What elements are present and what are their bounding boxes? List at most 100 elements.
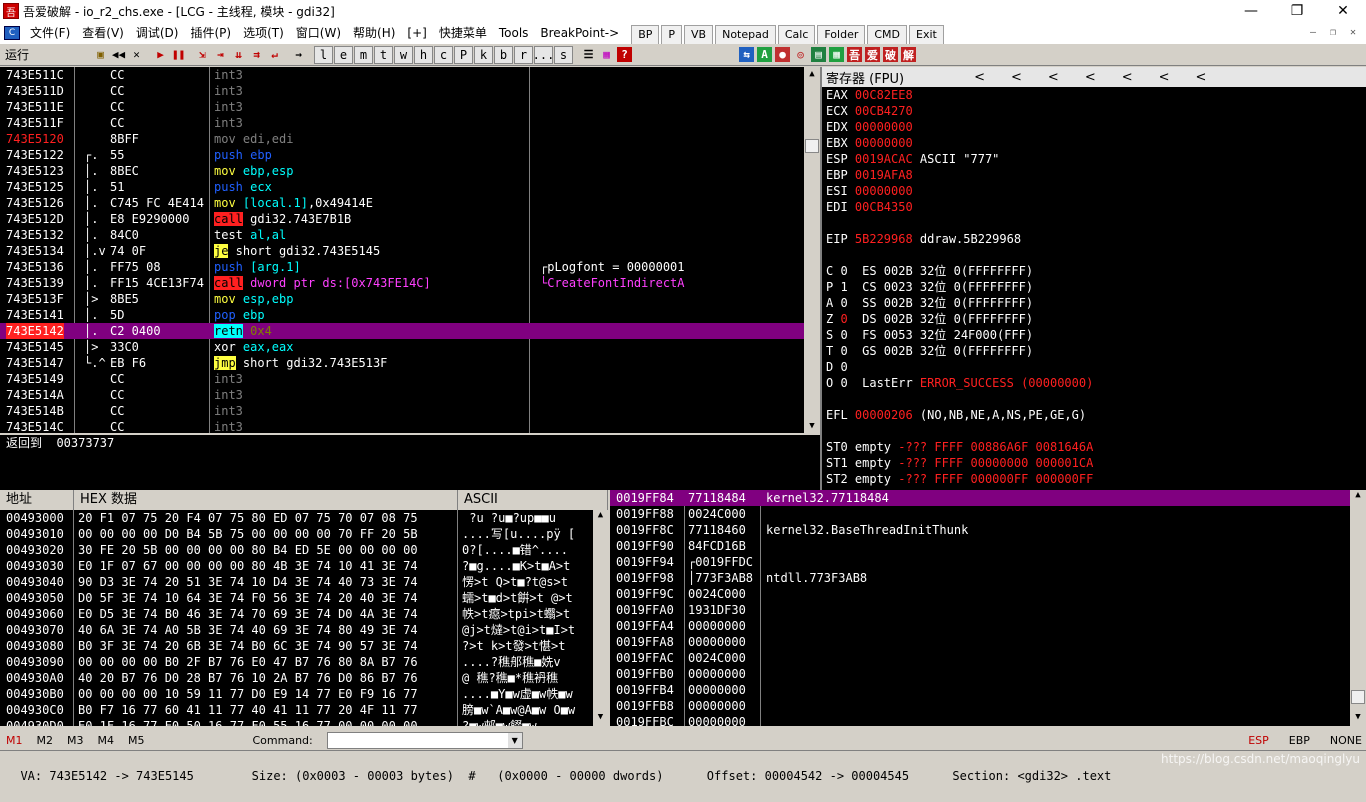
- pause-icon[interactable]: ❚❚: [170, 46, 187, 63]
- window-letter-button[interactable]: e: [334, 45, 353, 64]
- disasm-row[interactable]: 743E5136 │. FF75 08 push [arg.1] ┌pLogfont =…: [0, 259, 820, 275]
- grid-icon[interactable]: ▦: [598, 46, 615, 63]
- disasm-row[interactable]: 743E5141 │. 5D pop ebp: [0, 307, 820, 323]
- stack-row[interactable]: 0019FFA8 00000000: [610, 634, 1350, 650]
- register-line[interactable]: [826, 247, 1366, 263]
- dump-row[interactable]: 004930A0 40 20 B7 76 D0 28 B7 76 10 2A B7…: [0, 670, 593, 686]
- stack-pane[interactable]: 0019FF84 77118484 kernel32.77118484 0019FF8…: [610, 490, 1350, 726]
- window-letter-button[interactable]: l: [314, 45, 333, 64]
- menu-item[interactable]: 查看(V): [76, 22, 130, 44]
- registers-header[interactable]: 寄存器 (FPU) < < < < < < <: [822, 67, 1366, 87]
- menu-item[interactable]: 文件(F): [24, 22, 76, 44]
- stack-row[interactable]: 0019FFA0 1931DF30: [610, 602, 1350, 618]
- menu-item[interactable]: 选项(T): [237, 22, 290, 44]
- window-letter-button[interactable]: h: [414, 45, 433, 64]
- registers-pane[interactable]: 寄存器 (FPU) < < < < < < < EAX 00C82EE8 ECX 00CB42…: [820, 67, 1366, 490]
- menu-shortcut-button[interactable]: Exit: [909, 24, 944, 45]
- memory-tab[interactable]: M2: [37, 734, 54, 747]
- disasm-row[interactable]: 743E5123 │. 8BEC mov ebp,esp: [0, 163, 820, 179]
- register-line[interactable]: EFL 00000206 (NO,NB,NE,A,NS,PE,GE,G): [826, 407, 1366, 423]
- menu-shortcut-button[interactable]: Calc: [777, 24, 816, 45]
- dump-row[interactable]: 00493070 40 6A 3E 74 A0 5B 3E 74 40 69 3E…: [0, 622, 593, 638]
- memory-tab[interactable]: M4: [98, 734, 115, 747]
- window-letter-button[interactable]: k: [474, 45, 493, 64]
- stack-row[interactable]: 0019FF88 0024C000: [610, 506, 1350, 522]
- stack-scroll-up-icon[interactable]: ▲: [1350, 490, 1366, 504]
- trace-over-icon[interactable]: ⇉: [248, 46, 265, 63]
- command-input[interactable]: ▼: [326, 731, 523, 749]
- font-icon[interactable]: A: [756, 46, 773, 63]
- stack-scrollbar[interactable]: ▲ ▼: [1350, 490, 1366, 726]
- menu-shortcut-button[interactable]: BP: [631, 24, 660, 45]
- disasm-row[interactable]: 743E5125 │. 51 push ecx: [0, 179, 820, 195]
- disassembly-pane[interactable]: 743E511C CC int3 743E511D CC int3 743E511E CC in…: [0, 67, 820, 433]
- menu-item[interactable]: 窗口(W): [290, 22, 347, 44]
- trace-into-icon[interactable]: ⇊: [230, 46, 247, 63]
- step-over-icon[interactable]: ⇥: [212, 46, 229, 63]
- window-letter-button[interactable]: c: [434, 45, 453, 64]
- stack-scroll-down-icon[interactable]: ▼: [1350, 712, 1366, 726]
- disasm-row[interactable]: 743E511D CC int3: [0, 83, 820, 99]
- stack-row[interactable]: 0019FF94 ┌0019FFDC: [610, 554, 1350, 570]
- disasm-row[interactable]: 743E513F │> 8BE5 mov esp,ebp: [0, 291, 820, 307]
- register-line[interactable]: ST2 empty -??? FFFF 000000FF 000000FF: [826, 471, 1366, 487]
- register-line[interactable]: EDI 00CB4350: [826, 199, 1366, 215]
- register-line[interactable]: A 0 SS 002B 32位 0(FFFFFFFF): [826, 295, 1366, 311]
- stack-scroll-thumb[interactable]: [1351, 690, 1365, 704]
- chevron-left-icon[interactable]: <: [1085, 70, 1096, 85]
- help-icon[interactable]: ?: [616, 46, 633, 63]
- target-icon[interactable]: ◎: [792, 46, 809, 63]
- step-into-icon[interactable]: ⇲: [194, 46, 211, 63]
- cpu-icon[interactable]: C: [4, 26, 20, 40]
- register-line[interactable]: [826, 423, 1366, 439]
- window-letter-button[interactable]: b: [494, 45, 513, 64]
- dump-scroll-down-icon[interactable]: ▼: [593, 712, 608, 726]
- scroll-down-icon[interactable]: ▼: [804, 419, 820, 433]
- register-line[interactable]: EBP 0019AFA8: [826, 167, 1366, 183]
- stack-mode-tab[interactable]: EBP: [1289, 734, 1310, 747]
- menu-item[interactable]: 快捷菜单: [433, 22, 493, 44]
- open-icon[interactable]: ▣: [92, 46, 109, 63]
- plugin-icon[interactable]: ▤: [810, 46, 827, 63]
- chevron-left-icon[interactable]: <: [1159, 70, 1170, 85]
- disasm-row[interactable]: 743E514A CC int3: [0, 387, 820, 403]
- disasm-row[interactable]: 743E5142 │. C2 0400 retn 0x4: [0, 323, 820, 339]
- stack-row[interactable]: 0019FFA4 00000000: [610, 618, 1350, 634]
- dump-row[interactable]: 00493080 B0 3F 3E 74 20 6B 3E 74 B0 6C 3E…: [0, 638, 593, 654]
- dump-scrollbar[interactable]: ▲ ▼: [593, 510, 608, 726]
- minimize-button[interactable]: —: [1228, 0, 1274, 22]
- stack-mode-tab[interactable]: ESP: [1248, 734, 1269, 747]
- memory-dump-pane[interactable]: 00493000 20 F1 07 75 20 F4 07 75 80 ED 07…: [0, 510, 593, 726]
- dump-row[interactable]: 00493090 00 00 00 00 B0 2F B7 76 E0 47 B7…: [0, 654, 593, 670]
- chevron-left-icon[interactable]: <: [1196, 70, 1207, 85]
- dump-header-hex[interactable]: HEX 数据: [74, 490, 458, 510]
- stack-row[interactable]: 0019FF98 │773F3AB8 ntdll.773F3AB8: [610, 570, 1350, 586]
- menu-item[interactable]: 调试(D): [130, 22, 185, 44]
- disasm-row[interactable]: 743E5139 │. FF15 4CE13F74 call dword ptr ds…: [0, 275, 820, 291]
- color-icon[interactable]: ●: [774, 46, 791, 63]
- disasm-row[interactable]: 743E5126 │. C745 FC 4E414 mov [local.1],0x4…: [0, 195, 820, 211]
- refresh-icon[interactable]: ⇆: [738, 46, 755, 63]
- register-line[interactable]: EDX 00000000: [826, 119, 1366, 135]
- chevron-left-icon[interactable]: <: [1011, 70, 1022, 85]
- dump-row[interactable]: 00493050 D0 5F 3E 74 10 64 3E 74 F0 56 3E…: [0, 590, 593, 606]
- register-line[interactable]: EBX 00000000: [826, 135, 1366, 151]
- memory-tab[interactable]: M1: [6, 734, 23, 747]
- disasm-row[interactable]: 743E511C CC int3: [0, 67, 820, 83]
- mdi-restore-icon[interactable]: ❐: [1324, 24, 1342, 40]
- mdi-minimize-icon[interactable]: —: [1304, 24, 1322, 40]
- menu-shortcut-button[interactable]: Folder: [817, 24, 866, 45]
- dump-header-address[interactable]: 地址: [0, 490, 74, 510]
- dump-row[interactable]: 00493030 E0 1F 07 67 00 00 00 00 80 4B 3E…: [0, 558, 593, 574]
- register-line[interactable]: Z 0 DS 002B 32位 0(FFFFFFFF): [826, 311, 1366, 327]
- register-line[interactable]: T 0 GS 002B 32位 0(FFFFFFFF): [826, 343, 1366, 359]
- disasm-row[interactable]: 743E5149 CC int3: [0, 371, 820, 387]
- memory-tab[interactable]: M3: [67, 734, 84, 747]
- dump-row[interactable]: 00493060 E0 D5 3E 74 B0 46 3E 74 70 69 3E…: [0, 606, 593, 622]
- menu-shortcut-button[interactable]: Notepad: [715, 24, 776, 45]
- menu-item[interactable]: 帮助(H): [347, 22, 401, 44]
- menu-shortcut-button[interactable]: VB: [684, 24, 714, 45]
- stack-row[interactable]: 0019FF9C 0024C000: [610, 586, 1350, 602]
- execute-till-return-icon[interactable]: ↵: [266, 46, 283, 63]
- register-line[interactable]: S 0 FS 0053 32位 24F000(FFF): [826, 327, 1366, 343]
